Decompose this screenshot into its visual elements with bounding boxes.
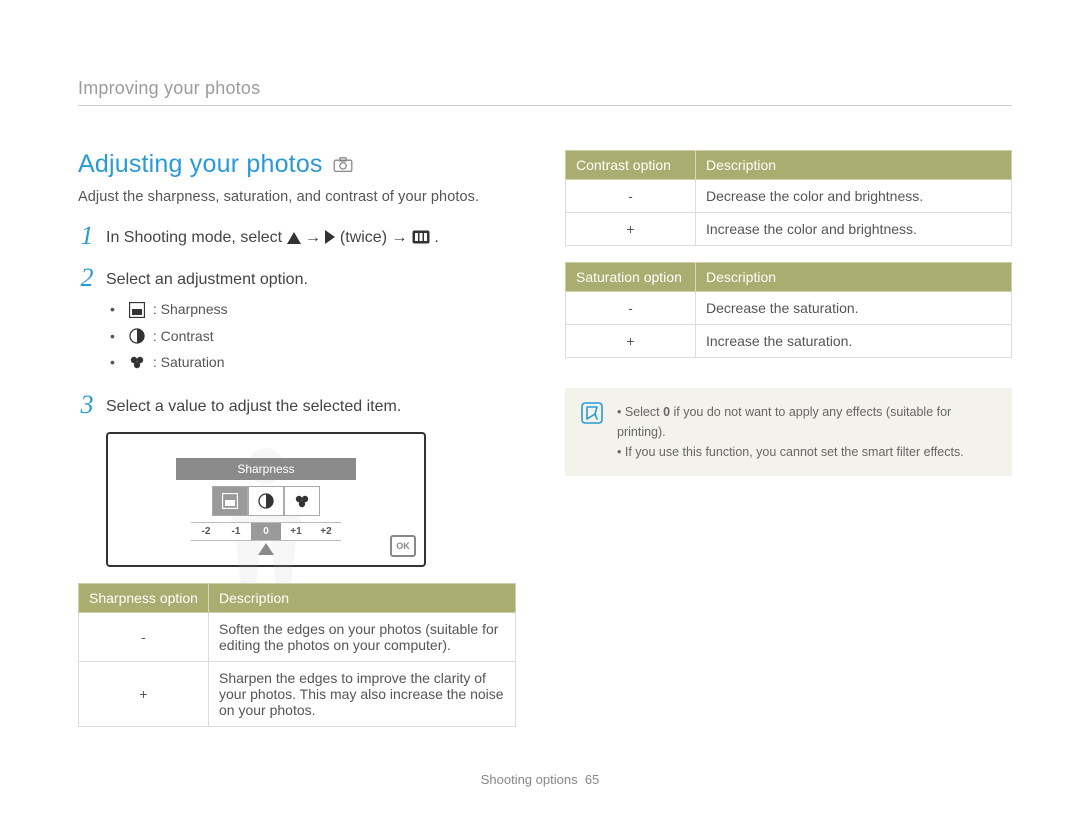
note-list: Select 0 if you do not want to apply any… [617,402,996,462]
th-option: Saturation option [566,263,696,292]
cell-desc: Decrease the color and brightness. [696,180,1012,213]
saturation-table: Saturation option Description - Decrease… [565,262,1012,358]
table-row: - Soften the edges on your photos (suita… [79,613,516,662]
cell-desc: Increase the color and brightness. [696,213,1012,246]
scale-plus1[interactable]: +1 [281,522,311,541]
sharpness-item: : Sharpness [110,299,308,319]
table-row: - Decrease the saturation. [566,292,1012,325]
adjustment-icon-row [120,486,412,516]
camera-mode-icon [333,157,353,173]
cell-symbol: - [566,292,696,325]
step-body: Select an adjustment option. : Sharpness… [106,265,308,378]
sharpness-table: Sharpness option Description - Soften th… [78,583,516,727]
step-1: 1 In Shooting mode, select → (twice) → . [78,223,525,251]
right-chevron-icon [325,228,335,251]
step-number: 3 [78,392,96,418]
cell-desc: Decrease the saturation. [696,292,1012,325]
saturation-label: : Saturation [153,352,225,372]
breadcrumb: Improving your photos [78,78,1012,99]
step1-end: . [434,229,438,246]
table-header-row: Saturation option Description [566,263,1012,292]
cell-symbol: + [566,213,696,246]
note-line-2: If you use this function, you cannot set… [617,442,996,462]
footer-page-number: 65 [585,772,599,787]
cell-desc: Soften the edges on your photos (suitabl… [209,613,516,662]
sharpness-icon [129,302,145,318]
adjustment-label: Sharpness [176,458,356,480]
steps-list: 1 In Shooting mode, select → (twice) → .… [78,223,525,418]
page-footer: Shooting options 65 [0,772,1080,787]
th-description: Description [696,263,1012,292]
th-option: Contrast option [566,151,696,180]
cell-desc: Increase the saturation. [696,325,1012,358]
step1-text-pre: In Shooting mode, select [106,229,287,246]
adjust-box-icon [412,228,430,251]
step-3: 3 Select a value to adjust the selected … [78,392,525,418]
note-line-1: Select 0 if you do not want to apply any… [617,402,996,442]
step3-text: Select a value to adjust the selected it… [106,398,401,415]
cell-symbol: - [79,613,209,662]
step-number: 1 [78,223,96,249]
step-2: 2 Select an adjustment option. : Sharpne… [78,265,525,378]
step1-arrow1: → [305,229,325,246]
info-icon [581,402,603,424]
cell-symbol: + [566,325,696,358]
divider [78,105,1012,106]
scale-minus1[interactable]: -1 [221,522,251,541]
scale-minus2[interactable]: -2 [191,522,221,541]
th-description: Description [696,151,1012,180]
note-text: Select [625,405,663,419]
contrast-icon [129,328,145,344]
page-title: Adjusting your photos [78,150,323,179]
th-option: Sharpness option [79,584,209,613]
up-triangle-icon [287,228,301,251]
step2-text: Select an adjustment option. [106,271,308,288]
table-row: + Increase the color and brightness. [566,213,1012,246]
step1-twice: (twice) → [340,229,412,246]
saturation-icon [129,354,145,370]
step-body: Select a value to adjust the selected it… [106,392,401,418]
heading-row: Adjusting your photos [78,150,525,179]
value-scale[interactable]: -2 -1 0 +1 +2 [120,522,412,541]
footer-section: Shooting options [481,772,578,787]
step-number: 2 [78,265,96,291]
scale-plus2[interactable]: +2 [311,522,341,541]
note-box: Select 0 if you do not want to apply any… [565,388,1012,476]
contrast-label: : Contrast [153,326,214,346]
scale-zero[interactable]: 0 [251,522,281,541]
contrast-item: : Contrast [110,326,308,346]
table-row: + Increase the saturation. [566,325,1012,358]
contrast-table: Contrast option Description - Decrease t… [565,150,1012,246]
adjustment-sublist: : Sharpness : Contrast : Saturation [106,299,308,372]
two-column-layout: Adjusting your photos Adjust the sharpne… [78,150,1012,743]
table-header-row: Contrast option Description [566,151,1012,180]
manual-page: Improving your photos Adjusting your pho… [0,0,1080,815]
step-body: In Shooting mode, select → (twice) → . [106,223,439,251]
note-bold: 0 [663,405,670,419]
sharpness-label: : Sharpness [153,299,228,319]
contrast-tab[interactable] [248,486,284,516]
table-row: - Decrease the color and brightness. [566,180,1012,213]
cell-symbol: + [79,662,209,727]
cell-desc: Sharpen the edges to improve the clarity… [209,662,516,727]
sharpness-tab[interactable] [212,486,248,516]
saturation-item: : Saturation [110,352,308,372]
right-column: Contrast option Description - Decrease t… [565,150,1012,743]
left-column: Adjusting your photos Adjust the sharpne… [78,150,525,743]
intro-text: Adjust the sharpness, saturation, and co… [78,189,525,205]
scale-pointer-icon [258,543,274,555]
table-row: + Sharpen the edges to improve the clari… [79,662,516,727]
saturation-tab[interactable] [284,486,320,516]
cell-symbol: - [566,180,696,213]
camera-screen-illustration: Sharpness -2 -1 0 +1 +2 OK [106,432,426,567]
